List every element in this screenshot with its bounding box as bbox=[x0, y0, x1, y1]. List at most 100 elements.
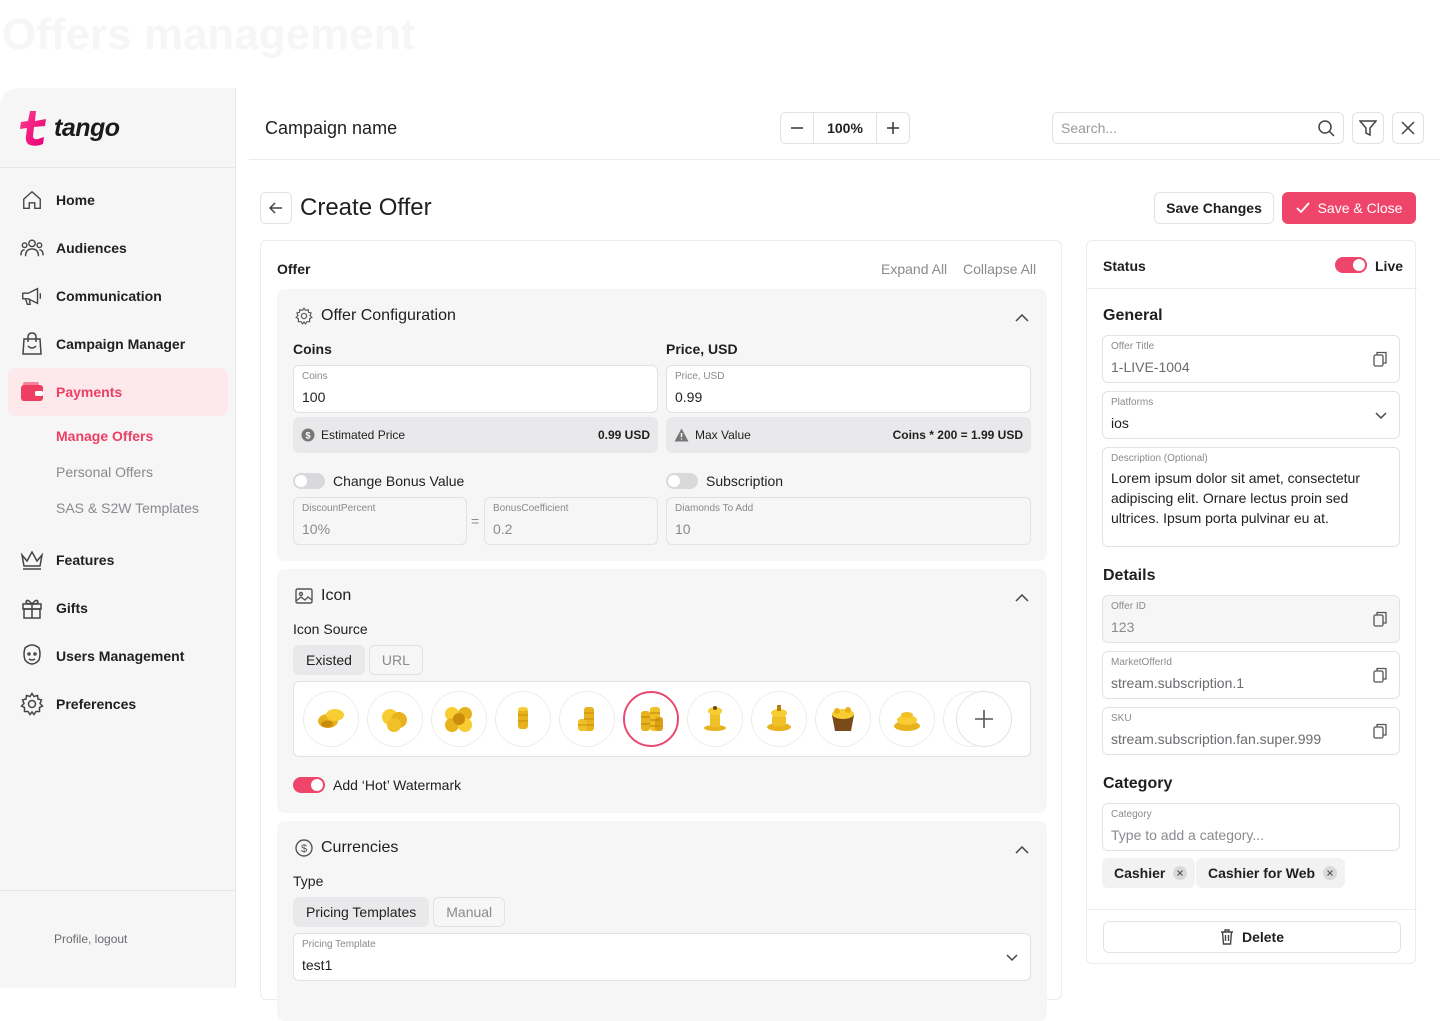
offer-configuration-section: Offer Configuration Coins Price, USD Coi… bbox=[277, 289, 1047, 561]
max-value-bar: Max Value Coins * 200 = 1.99 USD bbox=[666, 417, 1031, 453]
chevron-up-icon bbox=[1015, 845, 1029, 854]
crown-icon bbox=[20, 550, 44, 570]
platforms-select[interactable]: Platforms ios bbox=[1102, 391, 1400, 439]
type-manual-option[interactable]: Manual bbox=[433, 897, 506, 927]
coin-heap-icon[interactable] bbox=[879, 691, 935, 747]
subnav-personal-offers[interactable]: Personal Offers bbox=[56, 464, 153, 480]
category-chip: Cashier bbox=[1102, 858, 1196, 888]
collapse-all-button[interactable]: Collapse All bbox=[963, 261, 1036, 277]
field-label: DiscountPercent bbox=[302, 503, 376, 514]
bonus-coefficient-field[interactable]: BonusCoefficient 0.2 bbox=[484, 497, 658, 545]
coins-field[interactable]: Coins 100 bbox=[293, 365, 658, 413]
field-label: MarketOfferId bbox=[1111, 657, 1172, 668]
tango-logo[interactable]: tango bbox=[18, 108, 120, 148]
sidebar-item-campaign-manager[interactable]: Campaign Manager bbox=[8, 320, 228, 368]
collapse-section-button[interactable] bbox=[1015, 589, 1029, 607]
sidebar: tango Home Audiences Communication Campa… bbox=[0, 88, 236, 988]
coin-tower-icon[interactable] bbox=[687, 691, 743, 747]
copy-icon[interactable] bbox=[1373, 351, 1387, 367]
sidebar-item-audiences[interactable]: Audiences bbox=[8, 224, 228, 272]
zoom-in-button[interactable] bbox=[877, 113, 909, 143]
field-label: Platforms bbox=[1111, 397, 1154, 408]
category-heading: Category bbox=[1103, 775, 1173, 792]
coins-pile-icon[interactable] bbox=[367, 691, 423, 747]
coin-tower-icon[interactable] bbox=[751, 691, 807, 747]
field-label: BonusCoefficient bbox=[493, 503, 569, 514]
subnav-manage-offers[interactable]: Manage Offers bbox=[56, 428, 153, 444]
estimated-label: Estimated Price bbox=[321, 428, 406, 442]
profile-logout-link[interactable]: Profile, logout bbox=[54, 932, 127, 946]
trash-icon bbox=[1220, 929, 1233, 945]
subscription-toggle[interactable] bbox=[666, 473, 698, 489]
campaign-name: Campaign name bbox=[265, 118, 398, 138]
hot-watermark-label: Add ‘Hot’ Watermark bbox=[333, 777, 462, 793]
collapse-section-button[interactable] bbox=[1015, 309, 1029, 327]
copy-icon[interactable] bbox=[1373, 611, 1387, 627]
sidebar-item-home[interactable]: Home bbox=[8, 176, 228, 224]
status-toggle[interactable] bbox=[1335, 257, 1367, 273]
search-box bbox=[1052, 112, 1344, 144]
back-button[interactable] bbox=[260, 192, 292, 224]
sidebar-item-payments[interactable]: Payments bbox=[8, 368, 228, 416]
delete-button[interactable]: Delete bbox=[1103, 921, 1401, 953]
gear-icon bbox=[20, 692, 44, 716]
save-changes-button[interactable]: Save Changes bbox=[1154, 192, 1274, 224]
hot-watermark-toggle[interactable] bbox=[293, 777, 325, 793]
offer-id-field[interactable]: Offer ID 123 bbox=[1102, 595, 1400, 643]
remove-chip-icon[interactable] bbox=[1173, 866, 1188, 880]
search-input[interactable] bbox=[1061, 120, 1317, 136]
filter-button[interactable] bbox=[1352, 112, 1384, 144]
coins-pile-icon[interactable] bbox=[303, 691, 359, 747]
zoom-control: 100% bbox=[780, 112, 910, 144]
category-placeholder: Type to add a category... bbox=[1111, 827, 1265, 843]
diamonds-to-add-field[interactable]: Diamonds To Add 10 bbox=[666, 497, 1031, 545]
estimated-price-bar: $ Estimated Price 0.99 USD bbox=[293, 417, 658, 453]
section-title: Currencies bbox=[321, 839, 399, 856]
sidebar-item-features[interactable]: Features bbox=[8, 536, 228, 584]
sidebar-item-communication[interactable]: Communication bbox=[8, 272, 228, 320]
field-label: Coins bbox=[302, 371, 328, 382]
offer-card: Offer Expand All Collapse All Offer Conf… bbox=[260, 240, 1062, 1021]
category-input-field[interactable]: Category Type to add a category... bbox=[1102, 803, 1400, 851]
subnav-sas-s2w-templates[interactable]: SAS & S2W Templates bbox=[56, 500, 199, 516]
coin-stack-icon-selected[interactable] bbox=[623, 691, 679, 747]
change-bonus-toggle[interactable] bbox=[293, 473, 325, 489]
offer-title-field[interactable]: Offer Title 1-LIVE-1004 bbox=[1102, 335, 1400, 383]
section-header: Icon bbox=[295, 587, 351, 605]
collapse-section-button[interactable] bbox=[1015, 841, 1029, 859]
divider bbox=[1087, 909, 1417, 910]
coin-stack-icon[interactable] bbox=[495, 691, 551, 747]
save-close-button[interactable]: Save & Close bbox=[1282, 192, 1416, 224]
type-pricing-templates-option[interactable]: Pricing Templates bbox=[293, 897, 430, 927]
sidebar-item-users-management[interactable]: Users Management bbox=[8, 632, 228, 680]
svg-text:$: $ bbox=[305, 431, 310, 441]
coin-chest-icon[interactable] bbox=[815, 691, 871, 747]
users-icon bbox=[20, 239, 44, 257]
field-label: Offer ID bbox=[1111, 601, 1146, 612]
sku-field[interactable]: SKU stream.subscription.fan.super.999 bbox=[1102, 707, 1400, 755]
search-icon[interactable] bbox=[1317, 119, 1335, 137]
zoom-out-button[interactable] bbox=[781, 113, 813, 143]
copy-icon[interactable] bbox=[1373, 667, 1387, 683]
price-field[interactable]: Price, USD 0.99 bbox=[666, 365, 1031, 413]
coins-pile-icon[interactable] bbox=[431, 691, 487, 747]
expand-all-button[interactable]: Expand All bbox=[881, 261, 947, 277]
chevron-up-icon bbox=[1015, 313, 1029, 322]
market-offer-id-field[interactable]: MarketOfferId stream.subscription.1 bbox=[1102, 651, 1400, 699]
copy-icon[interactable] bbox=[1373, 723, 1387, 739]
wallet-icon bbox=[21, 382, 43, 401]
pricing-template-select[interactable]: Pricing Template test1 bbox=[293, 933, 1031, 981]
sidebar-item-gifts[interactable]: Gifts bbox=[8, 584, 228, 632]
close-button[interactable] bbox=[1392, 112, 1424, 144]
add-icon-button[interactable] bbox=[956, 691, 1012, 747]
source-existed-option[interactable]: Existed bbox=[293, 645, 365, 675]
discount-percent-field[interactable]: DiscountPercent 10% bbox=[293, 497, 467, 545]
description-field[interactable]: Description (Optional) Lorem ipsum dolor… bbox=[1102, 447, 1400, 547]
pricing-template-value: test1 bbox=[302, 957, 333, 973]
sidebar-item-label: Home bbox=[56, 192, 95, 208]
source-url-option[interactable]: URL bbox=[368, 645, 423, 675]
arrow-left-icon bbox=[269, 202, 282, 214]
coin-stack-icon[interactable] bbox=[559, 691, 615, 747]
sidebar-item-preferences[interactable]: Preferences bbox=[8, 680, 228, 728]
remove-chip-icon[interactable] bbox=[1323, 866, 1338, 880]
